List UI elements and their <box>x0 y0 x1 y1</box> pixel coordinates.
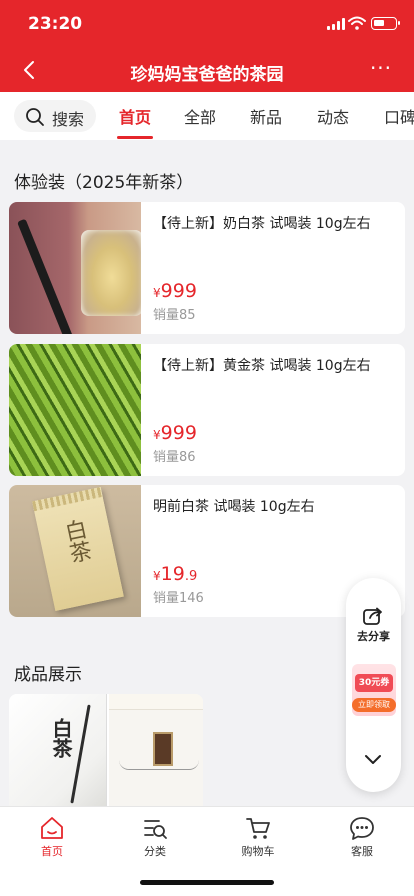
cart-icon <box>246 818 270 839</box>
tabbar-label: 分类 <box>144 845 166 858</box>
signal-icon <box>327 18 345 30</box>
tabbar-label: 首页 <box>41 845 63 858</box>
product-price: ¥999 <box>153 422 197 444</box>
tea-glass-decoration <box>81 230 141 316</box>
coupon-widget[interactable]: 30元券 立即领取 <box>352 664 396 716</box>
currency-symbol: ¥ <box>153 286 161 300</box>
box-calligraphy: 白茶 <box>49 718 73 758</box>
product-image[interactable] <box>9 202 141 334</box>
section-title-display: 成品展示 <box>14 665 82 685</box>
tabbar-category[interactable]: 分类 <box>120 815 190 859</box>
search-icon <box>26 108 44 126</box>
product-sales: 销量85 <box>153 308 196 323</box>
wifi-icon <box>348 16 366 30</box>
tabbar-home[interactable]: 首页 <box>17 815 87 859</box>
tab-home[interactable]: 首页 <box>119 104 151 128</box>
pen-decoration <box>17 218 78 334</box>
shop-nav-tabs: 搜索 首页 全部 新品 动态 口碑 <box>0 92 414 140</box>
coupon-value: 30元券 <box>355 674 393 692</box>
gift-box-left: 白茶 <box>9 694 107 814</box>
product-price: ¥999 <box>153 280 197 302</box>
tab-reviews[interactable]: 口碑 <box>384 104 414 128</box>
floating-action-panel: 去分享 30元券 立即领取 <box>346 578 401 792</box>
tabbar-label: 客服 <box>351 845 373 858</box>
battery-icon <box>371 17 400 30</box>
currency-symbol: ¥ <box>153 428 161 442</box>
home-icon <box>41 817 63 839</box>
currency-symbol: ¥ <box>153 569 161 583</box>
display-image[interactable]: 白茶 <box>9 694 203 814</box>
tab-feed[interactable]: 动态 <box>317 104 349 128</box>
product-card[interactable]: 【待上新】奶白茶 试喝装 10g左右 ¥999 销量85 <box>9 202 405 334</box>
product-name: 【待上新】黄金茶 试喝装 10g左右 <box>153 358 371 374</box>
share-button[interactable]: 去分享 <box>346 628 401 644</box>
tabbar-service[interactable]: 客服 <box>327 815 397 859</box>
more-menu-button[interactable]: ··· <box>368 58 394 82</box>
product-card[interactable]: 白茶 明前白茶 试喝装 10g左右 ¥19.9 销量146 <box>9 485 405 617</box>
product-sales: 销量86 <box>153 450 196 465</box>
search-button[interactable]: 搜索 <box>14 100 96 132</box>
tea-package-decoration: 白茶 <box>32 486 124 612</box>
active-tab-indicator <box>117 136 153 139</box>
gift-box-right <box>109 694 203 814</box>
status-time: 23:20 <box>28 14 83 34</box>
status-bar: 23:20 <box>0 0 414 48</box>
product-sales: 销量146 <box>153 591 204 606</box>
tabbar-label: 购物车 <box>241 845 275 858</box>
share-icon[interactable] <box>362 606 384 626</box>
home-indicator <box>140 880 274 885</box>
product-name: 【待上新】奶白茶 试喝装 10g左右 <box>153 216 371 232</box>
chevron-down-icon[interactable] <box>363 752 383 766</box>
tab-new[interactable]: 新品 <box>250 104 282 128</box>
category-icon <box>144 820 167 839</box>
section-title-trial: 体验装（2025年新茶） <box>14 173 194 193</box>
product-name: 明前白茶 试喝装 10g左右 <box>153 499 315 515</box>
product-price: ¥19.9 <box>153 563 197 585</box>
product-card[interactable]: 【待上新】黄金茶 试喝装 10g左右 ¥999 销量86 <box>9 344 405 476</box>
price-integer: 999 <box>160 280 197 302</box>
top-bar: 23:20 珍妈妈宝爸爸的茶园 ··· <box>0 0 414 92</box>
product-image[interactable] <box>9 344 141 476</box>
price-decimal: .9 <box>184 569 198 584</box>
tab-all[interactable]: 全部 <box>184 104 216 128</box>
tabbar-cart[interactable]: 购物车 <box>223 815 293 859</box>
page-title: 珍妈妈宝爸爸的茶园 <box>130 65 284 85</box>
price-integer: 999 <box>160 422 197 444</box>
product-image[interactable]: 白茶 <box>9 485 141 617</box>
claim-coupon-button[interactable]: 立即领取 <box>352 698 396 712</box>
search-label: 搜索 <box>52 110 85 129</box>
chat-icon <box>350 817 374 840</box>
price-integer: 19 <box>160 563 185 585</box>
